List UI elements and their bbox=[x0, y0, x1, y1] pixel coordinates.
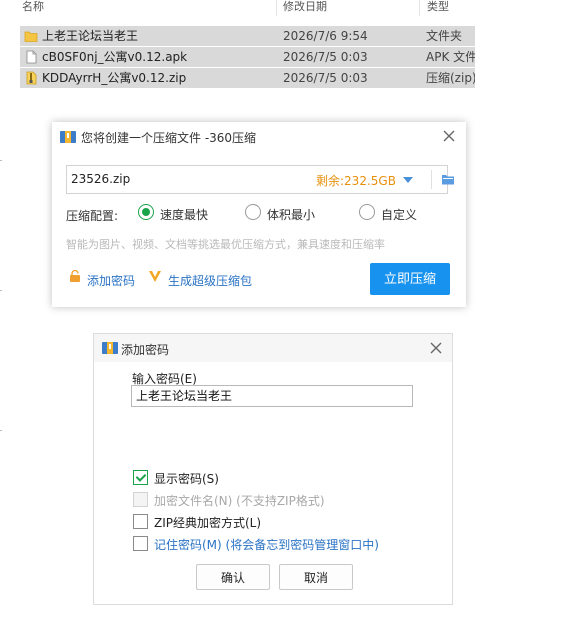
file-date: 2026/7/5 0:03 bbox=[283, 50, 368, 64]
super-package-link[interactable]: 生成超级压缩包 bbox=[168, 272, 252, 289]
file-name: cB0SF0nj_公寓v0.12.apk bbox=[42, 50, 188, 64]
file-type: 文件夹 bbox=[426, 29, 463, 43]
show-password-checkbox[interactable] bbox=[133, 470, 148, 485]
encrypt-filenames-label: 加密文件名(N) (不支持ZIP格式) bbox=[154, 494, 325, 508]
lock-icon bbox=[70, 270, 80, 282]
radio-custom[interactable] bbox=[359, 204, 375, 220]
radio-smallest-label[interactable]: 体积最小 bbox=[267, 206, 315, 223]
folder-icon bbox=[24, 31, 38, 42]
dialog-titlebar[interactable]: 您将创建一个压缩文件 -360压缩 bbox=[52, 122, 466, 152]
radio-custom-label[interactable]: 自定义 bbox=[381, 206, 417, 223]
file-row[interactable]: 上老王论坛当老王 2026/7/6 9:54 文件夹 bbox=[20, 26, 475, 46]
compression-config-label: 压缩配置: bbox=[66, 209, 119, 223]
radio-fastest-label[interactable]: 速度最快 bbox=[160, 206, 208, 223]
file-name: 上老王论坛当老王 bbox=[42, 29, 139, 43]
vip-icon bbox=[149, 271, 161, 282]
close-icon[interactable] bbox=[428, 340, 444, 356]
zip-file-icon bbox=[26, 71, 37, 85]
dialog-title: 您将创建一个压缩文件 -360压缩 bbox=[81, 131, 257, 145]
chevron-down-icon[interactable] bbox=[403, 177, 413, 183]
browse-folder-icon[interactable] bbox=[441, 172, 455, 186]
column-header-modified[interactable]: 修改日期 bbox=[283, 0, 327, 14]
360zip-logo-icon bbox=[102, 342, 118, 354]
zip-classic-encryption-label[interactable]: ZIP经典加密方式(L) bbox=[154, 514, 261, 531]
output-filename[interactable]: 23526.zip bbox=[71, 172, 130, 186]
remaining-space: 剩余:232.5GB bbox=[316, 174, 396, 188]
window-edge bbox=[0, 160, 2, 161]
compress-now-button[interactable]: 立即压缩 bbox=[370, 263, 450, 295]
file-date: 2026/7/6 9:54 bbox=[283, 29, 368, 43]
file-type: APK 文件 bbox=[426, 50, 475, 64]
remember-password-checkbox[interactable] bbox=[133, 536, 148, 551]
window-edge bbox=[0, 430, 2, 431]
ok-button[interactable]: 确认 bbox=[196, 564, 270, 590]
360zip-logo-icon bbox=[60, 131, 76, 143]
encrypt-filenames-checkbox bbox=[133, 492, 148, 507]
file-type: 压缩(zip) bbox=[426, 71, 475, 85]
radio-fastest[interactable] bbox=[138, 204, 154, 220]
column-separator[interactable] bbox=[419, 0, 420, 16]
file-row[interactable]: cB0SF0nj_公寓v0.12.apk 2026/7/5 0:03 APK 文… bbox=[20, 47, 475, 67]
compression-hint: 智能为图片、视频、文档等挑选最优压缩方式，兼具速度和压缩率 bbox=[66, 238, 385, 251]
add-password-dialog: 添加密码 输入密码(E) 上老王论坛当老王 显示密码(S) 加密文件名(N) (… bbox=[93, 333, 453, 605]
password-input[interactable]: 上老王论坛当老王 bbox=[131, 385, 413, 407]
output-file-field[interactable]: 23526.zip 剩余:232.5GB bbox=[66, 165, 454, 194]
column-header-type[interactable]: 类型 bbox=[427, 0, 449, 14]
column-header-name[interactable]: 名称 bbox=[22, 0, 44, 14]
dialog-titlebar[interactable]: 添加密码 bbox=[94, 334, 452, 362]
radio-smallest[interactable] bbox=[245, 204, 261, 220]
show-password-label[interactable]: 显示密码(S) bbox=[154, 470, 219, 487]
file-date: 2026/7/5 0:03 bbox=[283, 71, 368, 85]
file-row[interactable]: KDDAyrrH_公寓v0.12.zip 2026/7/5 0:03 压缩(zi… bbox=[20, 68, 475, 88]
remember-password-label[interactable]: 记住密码(M) (将会备忘到密码管理窗口中) bbox=[154, 536, 379, 553]
file-explorer: 名称 修改日期 类型 上老王论坛当老王 2026/7/6 9:54 文件夹 cB… bbox=[0, 0, 566, 100]
dialog-title: 添加密码 bbox=[121, 343, 170, 357]
file-name: KDDAyrrH_公寓v0.12.zip bbox=[42, 71, 187, 85]
compress-dialog: 您将创建一个压缩文件 -360压缩 23526.zip 剩余:232.5GB 压… bbox=[52, 122, 466, 307]
apk-file-icon bbox=[26, 50, 37, 64]
divider bbox=[431, 170, 432, 189]
add-password-link[interactable]: 添加密码 bbox=[87, 272, 135, 289]
cancel-button[interactable]: 取消 bbox=[279, 564, 353, 590]
zip-classic-encryption-checkbox[interactable] bbox=[133, 514, 148, 529]
window-edge bbox=[0, 290, 2, 291]
column-separator[interactable] bbox=[276, 0, 277, 16]
close-icon[interactable] bbox=[441, 128, 457, 144]
